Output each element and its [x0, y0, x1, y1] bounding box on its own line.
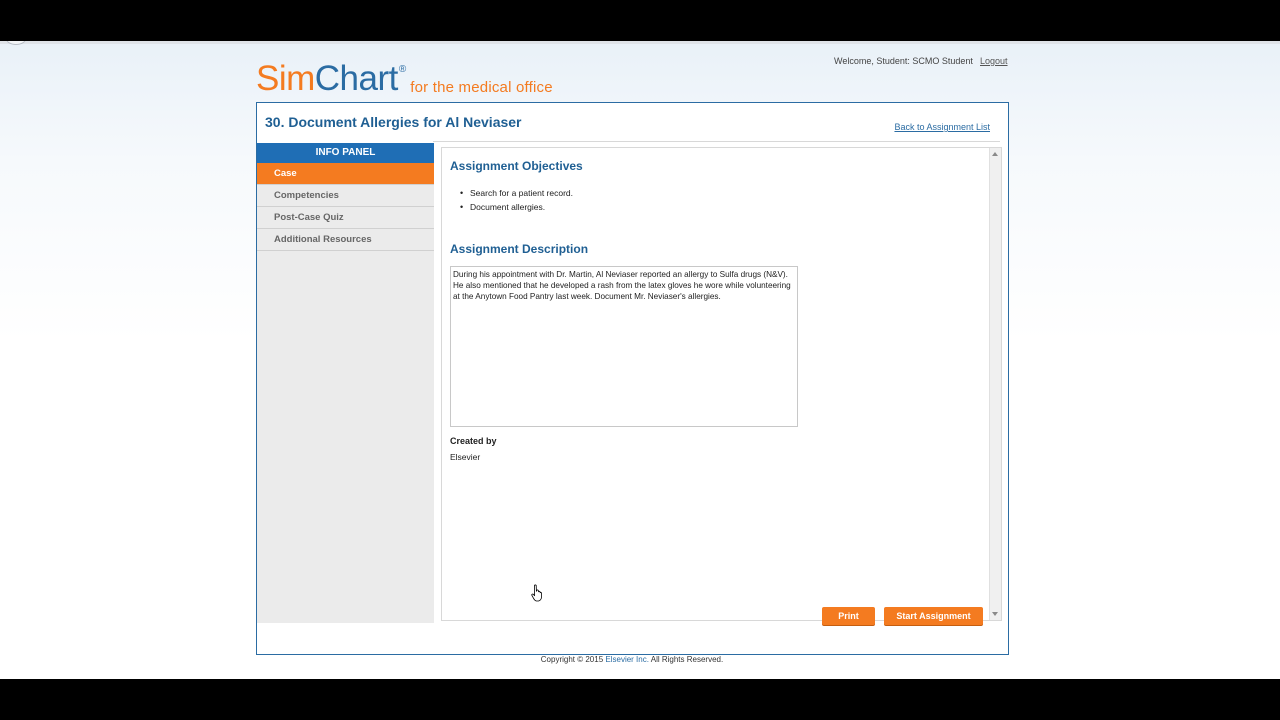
footer-copyright: Copyright © 2015 Elsevier Inc. All Right… — [0, 655, 1264, 664]
logout-link[interactable]: Logout — [980, 56, 1008, 66]
page-title: 30. Document Allergies for Al Neviaser — [265, 114, 522, 130]
info-panel-item-competencies[interactable]: Competencies — [257, 185, 434, 207]
logo-registered-mark: ® — [398, 64, 407, 75]
copyright-text: Copyright © 2015 — [540, 655, 606, 664]
list-item: Document allergies. — [460, 202, 573, 216]
print-button[interactable]: Print — [822, 607, 875, 625]
logo-wordmark: SimChart — [256, 61, 398, 97]
objectives-list: Search for a patient record. Document al… — [460, 188, 573, 216]
elsevier-link[interactable]: Elsevier Inc. — [605, 655, 649, 664]
browser-edge — [0, 41, 1280, 44]
scroll-down-arrow-icon[interactable] — [992, 612, 998, 616]
welcome-text: Welcome, Student: SCMO Student — [834, 56, 973, 66]
logo-chart: Chart — [314, 59, 399, 98]
content-scrollbar[interactable] — [989, 148, 1001, 620]
video-letterbox-top — [0, 0, 1280, 41]
created-by-label: Created by — [450, 436, 497, 446]
info-panel-item-post-case-quiz[interactable]: Post-Case Quiz — [257, 207, 434, 229]
list-item: Search for a patient record. — [460, 188, 573, 202]
hand-cursor-icon — [531, 584, 542, 602]
case-content-pane[interactable]: Assignment Objectives Search for a patie… — [441, 147, 1002, 621]
info-panel-header: INFO PANEL — [257, 143, 434, 163]
created-by-value: Elsevier — [450, 452, 481, 462]
rights-text: All Rights Reserved. — [648, 655, 724, 664]
browser-control — [6, 41, 26, 45]
start-assignment-button[interactable]: Start Assignment — [884, 607, 983, 625]
objectives-heading: Assignment Objectives — [450, 159, 583, 173]
logo-tagline: for the medical office — [410, 79, 553, 96]
simchart-page: SimChart ® for the medical office Welcom… — [0, 41, 1280, 679]
info-panel: INFO PANEL Case Competencies Post-Case Q… — [257, 143, 434, 623]
description-textbox[interactable]: During his appointment with Dr. Martin, … — [450, 266, 798, 427]
info-panel-item-additional-resources[interactable]: Additional Resources — [257, 229, 434, 251]
simchart-logo: SimChart ® for the medical office — [256, 61, 553, 97]
scroll-up-arrow-icon[interactable] — [992, 152, 998, 156]
back-to-assignment-list-link[interactable]: Back to Assignment List — [894, 122, 990, 132]
info-panel-item-case[interactable]: Case — [257, 163, 434, 185]
title-divider — [433, 141, 1000, 142]
assignment-frame: 30. Document Allergies for Al Neviaser B… — [256, 102, 1009, 655]
logo-sim: Sim — [256, 59, 315, 98]
video-letterbox-bottom — [0, 679, 1280, 720]
description-heading: Assignment Description — [450, 242, 589, 256]
